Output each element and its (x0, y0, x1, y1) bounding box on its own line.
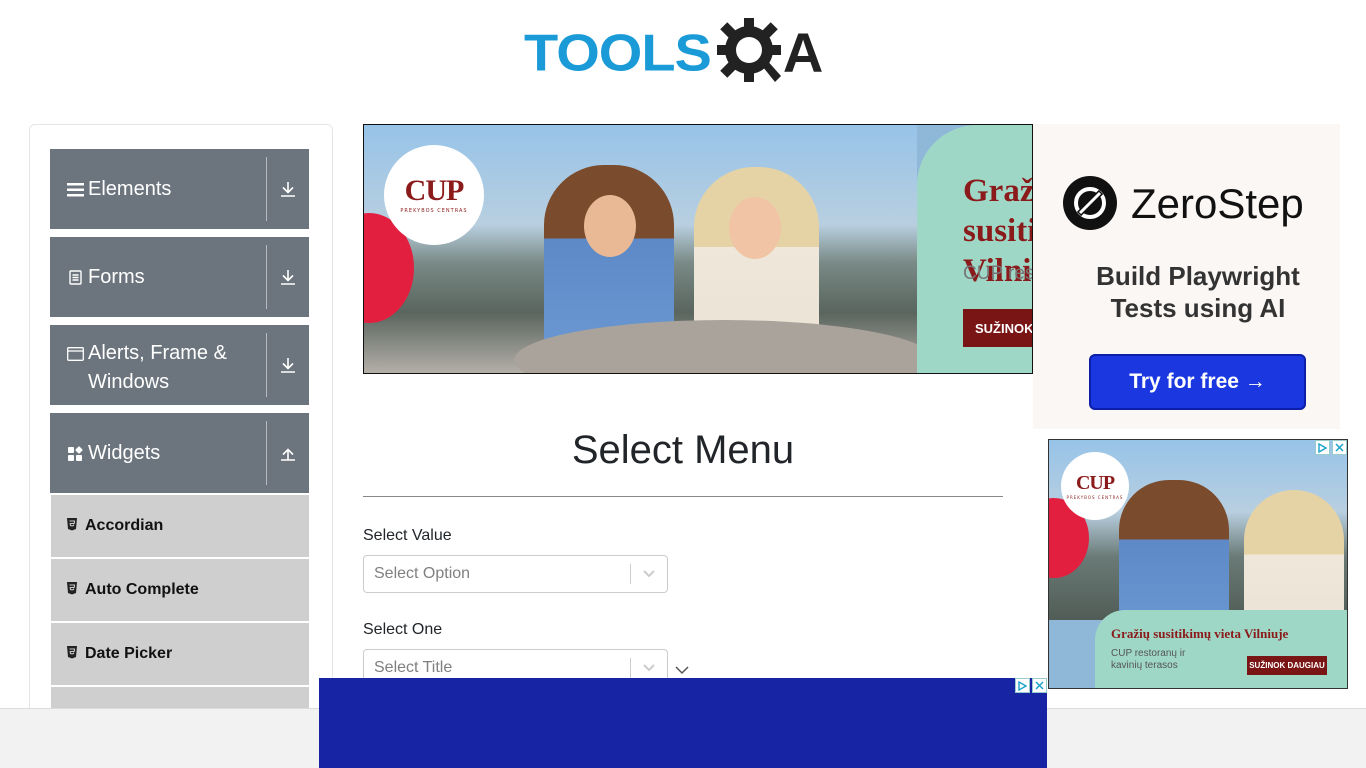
sidebar-item-label: Auto Complete (85, 581, 199, 598)
title-divider (363, 496, 1003, 497)
sidebar-group-label: Alerts, Frame & Windows (88, 342, 227, 393)
hamburger-icon (66, 181, 84, 199)
sidebar-item-accordian[interactable]: Accordian (51, 495, 309, 557)
window-icon (66, 345, 84, 363)
sidebar-group-label: Widgets (88, 441, 161, 464)
collapse-up-icon[interactable] (267, 413, 309, 493)
sidebar-item-label: Accordian (85, 517, 164, 534)
gear-magnifier-icon (716, 17, 781, 82)
ad-choices (1315, 440, 1347, 455)
ad-cta-button[interactable]: SUŽINOK DAUGIAU (963, 309, 1032, 347)
chevron-down-icon[interactable] (631, 556, 667, 592)
cup-logo: CUP PREKYBOS CENTRAS (384, 145, 484, 245)
bottom-banner-ad[interactable] (319, 678, 1047, 768)
expand-down-icon[interactable] (267, 237, 309, 317)
expand-down-icon[interactable] (267, 325, 309, 405)
document-icon (66, 269, 84, 287)
ad-headline: Gražių susitikimų vieta Vilniuje (1111, 626, 1289, 641)
html5-icon (67, 518, 77, 531)
sidebar-item-auto-complete[interactable]: Auto Complete (51, 559, 309, 621)
banner-ad[interactable]: CUP PREKYBOS CENTRAS Gražių susitikimų v… (363, 124, 1033, 374)
sidebar: Elements Forms Alerts, Frame & Windows W… (29, 124, 333, 724)
ad-subtext: CUP restoranų ir kavinių terasos (963, 263, 1032, 284)
zerostep-brand: ZeroStep (1131, 180, 1304, 227)
toolsqa-logo[interactable]: TOOLS A (524, 15, 848, 90)
select-value-label: Select Value (363, 527, 452, 544)
select-value-placeholder: Select Option (374, 565, 471, 582)
ad-face (729, 197, 781, 259)
zerostep-cta-button[interactable]: Try for free → (1089, 354, 1306, 410)
old-select-chevron-icon[interactable] (674, 662, 690, 678)
logo-text: TOOLS (524, 23, 712, 82)
sidebar-item-label: Date Picker (85, 645, 173, 662)
select-one-label: Select One (363, 621, 443, 638)
zerostep-tagline: Build Playwright Tests using AI (1096, 261, 1300, 323)
cup-side-ad[interactable]: CUP PREKYBOS CENTRAS Gražių susitikimų v… (1048, 439, 1348, 689)
sidebar-item-date-picker[interactable]: Date Picker (51, 623, 309, 685)
cup-logo-text: CUP (1075, 471, 1115, 494)
cup-logo-subtext: PREKYBOS CENTRAS (400, 208, 468, 214)
cup-logo-subtext: PREKYBOS CENTRAS (1066, 494, 1124, 500)
cup-logo: CUP PREKYBOS CENTRAS (1061, 452, 1129, 520)
sidebar-group-widgets[interactable]: Widgets (50, 413, 309, 493)
select-one-placeholder: Select Title (374, 659, 453, 676)
cup-logo-text: CUP (404, 174, 465, 207)
ad-close-icon[interactable] (1332, 440, 1347, 455)
sidebar-group-label: Elements (88, 177, 172, 200)
logo-suffix: A (782, 20, 824, 84)
sidebar-group-elements[interactable]: Elements (50, 149, 309, 229)
widgets-icon (66, 445, 84, 463)
zerostep-logo-icon (1063, 176, 1117, 230)
ad-info-icon[interactable] (1015, 678, 1030, 693)
html5-icon (67, 646, 77, 659)
page: TOOLS A Elements Forms Alerts, Frame & W… (0, 0, 1366, 768)
sidebar-group-alerts-frame-windows[interactable]: Alerts, Frame & Windows (50, 325, 309, 405)
html5-icon (67, 582, 77, 595)
ad-face (584, 195, 636, 257)
ad-choices (1015, 678, 1047, 693)
ad-cta-button[interactable]: SUŽINOK DAUGIAU (1247, 656, 1327, 675)
expand-down-icon[interactable] (267, 149, 309, 229)
select-value-dropdown[interactable]: Select Option (363, 555, 668, 593)
ad-close-icon[interactable] (1032, 678, 1047, 693)
sidebar-group-forms[interactable]: Forms (50, 237, 309, 317)
sidebar-group-label: Forms (88, 265, 145, 288)
page-title: Select Menu (571, 428, 795, 472)
ad-info-icon[interactable] (1315, 440, 1330, 455)
ad-subtext: CUP restoranų ir kavinių terasos (1111, 648, 1186, 671)
zerostep-ad[interactable]: ZeroStep Build Playwright Tests using AI… (1033, 124, 1340, 429)
